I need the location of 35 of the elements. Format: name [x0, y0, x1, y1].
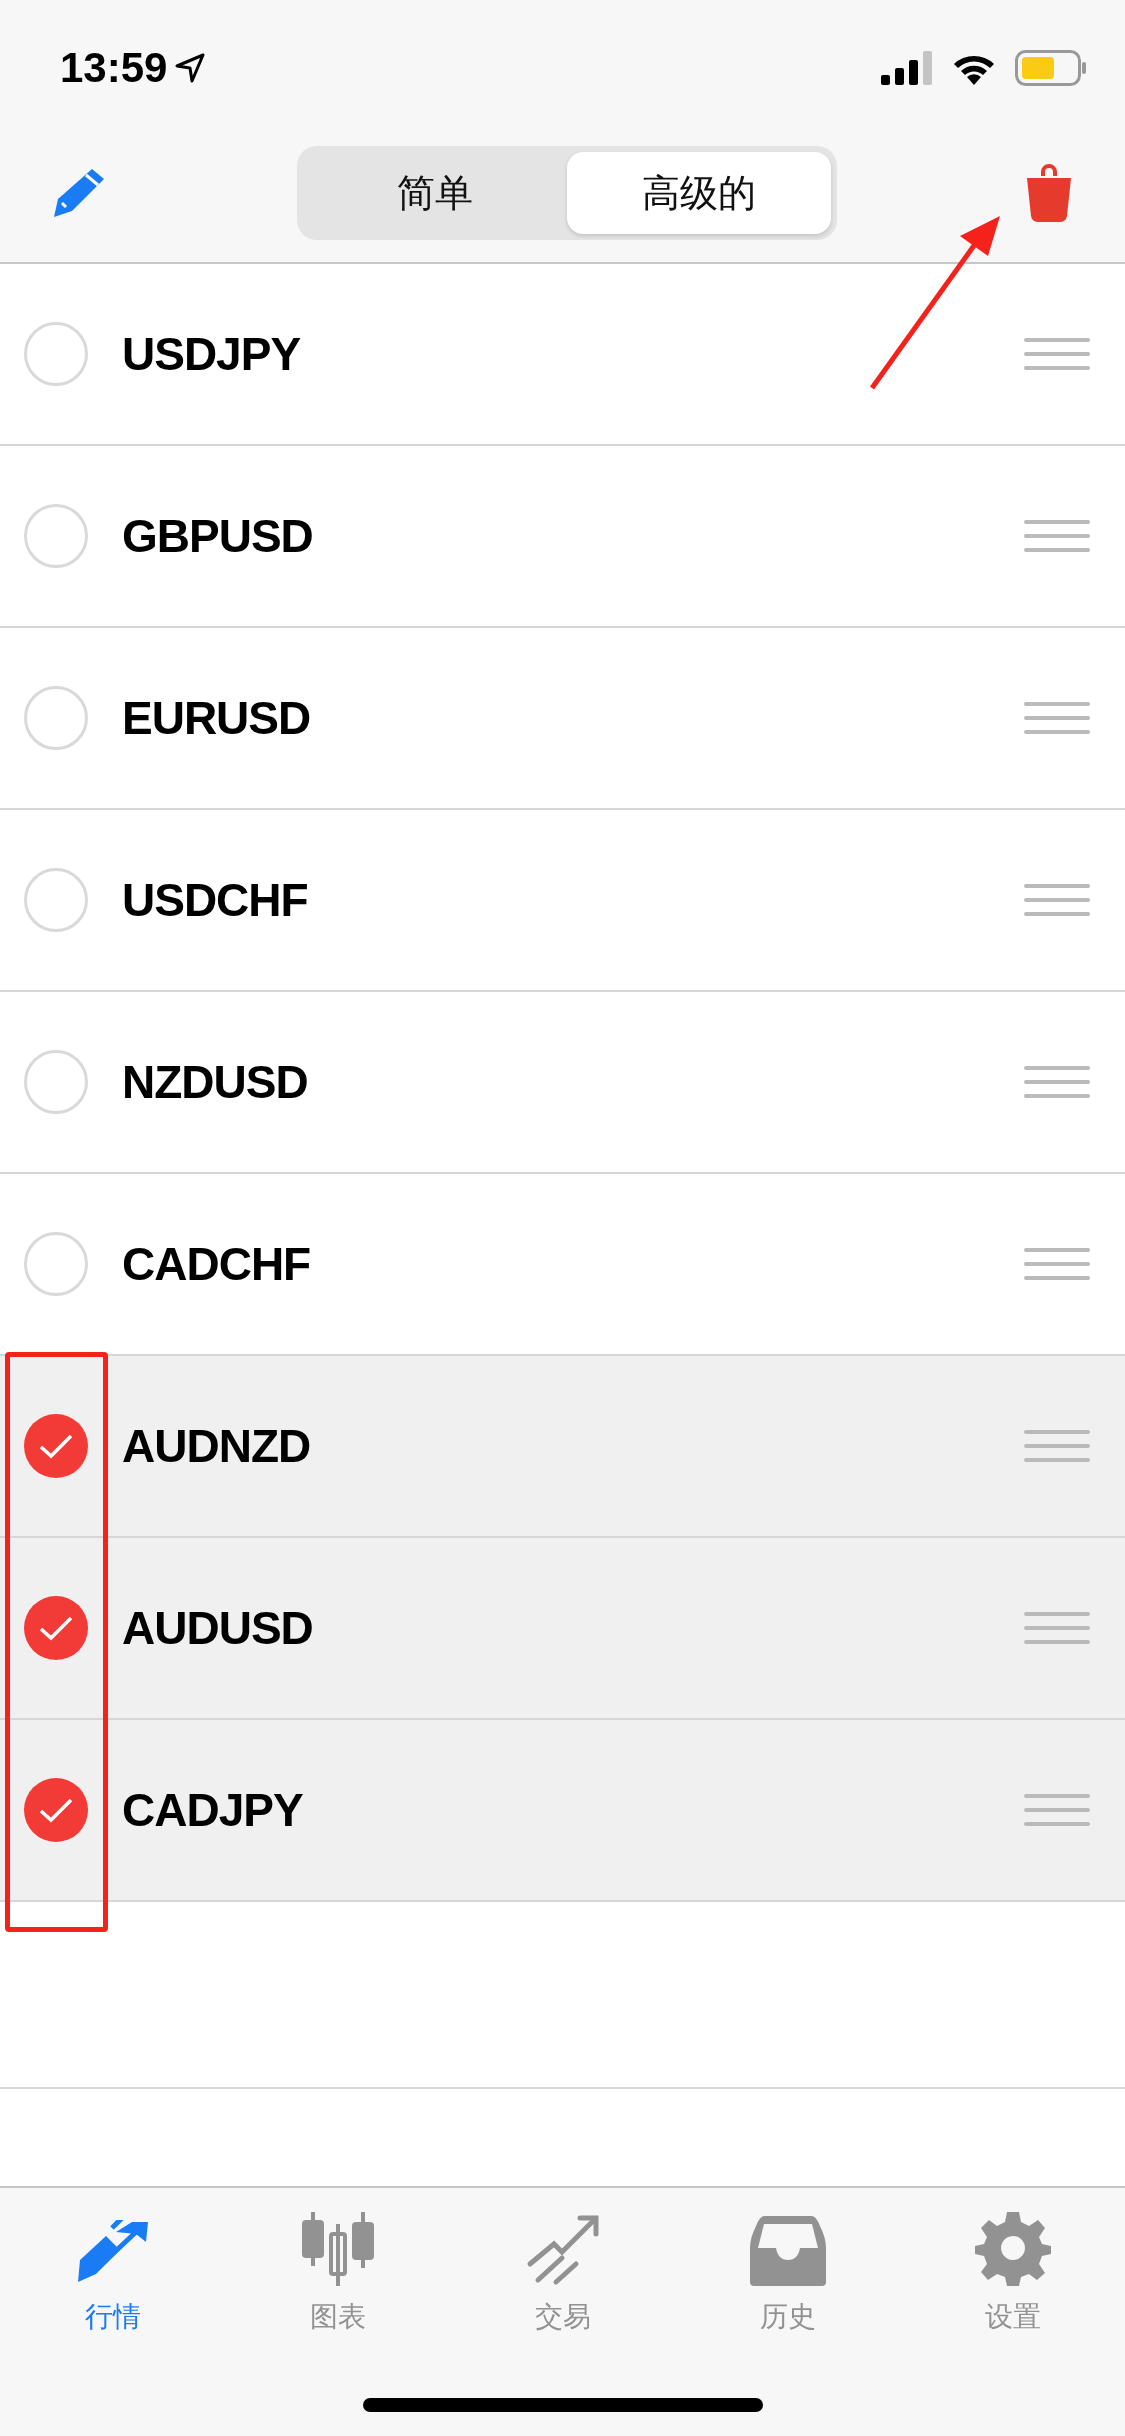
drag-handle-icon[interactable] [1024, 1429, 1090, 1463]
drag-handle-icon[interactable] [1024, 883, 1090, 917]
tab-bar-item[interactable]: 行情 [0, 2208, 225, 2336]
list-row[interactable]: AUDUSD [0, 1538, 1125, 1720]
candlestick-icon [300, 2212, 375, 2286]
symbol-label: CADCHF [122, 1237, 312, 1291]
segment-tab[interactable]: 高级的 [566, 152, 831, 234]
trash-icon[interactable] [1025, 164, 1073, 222]
check-icon [39, 1615, 73, 1641]
inbox-icon [749, 2214, 826, 2286]
symbol-label: USDCHF [122, 873, 309, 927]
battery-icon [1015, 50, 1087, 86]
drag-handle-icon[interactable] [1024, 1611, 1090, 1645]
list-row[interactable]: CADJPY [0, 1720, 1125, 1902]
list-row[interactable]: AUDNZD [0, 1356, 1125, 1538]
symbol-label: EURUSD [122, 691, 312, 745]
check-icon [39, 1433, 73, 1459]
drag-handle-icon[interactable] [1024, 519, 1090, 553]
settings-icon [974, 2210, 1051, 2286]
check-icon [39, 1797, 73, 1823]
time: 13:59 [60, 44, 168, 92]
symbol-label: AUDUSD [122, 1601, 314, 1655]
symbol-label: AUDNZD [122, 1419, 312, 1473]
symbol-label: CADJPY [122, 1783, 304, 1837]
signal-icon [881, 51, 933, 85]
drag-handle-icon[interactable] [1024, 337, 1090, 371]
symbol-label: USDJPY [122, 327, 302, 381]
drag-handle-icon[interactable] [1024, 1793, 1090, 1827]
drag-handle-icon[interactable] [1024, 1247, 1090, 1281]
segment-tab[interactable]: 简单 [302, 152, 567, 234]
drag-handle-icon[interactable] [1024, 701, 1090, 735]
symbol-label: GBPUSD [122, 509, 314, 563]
symbol-label: NZDUSD [122, 1055, 309, 1109]
drag-handle-icon[interactable] [1024, 1065, 1090, 1099]
location-icon [175, 53, 206, 83]
